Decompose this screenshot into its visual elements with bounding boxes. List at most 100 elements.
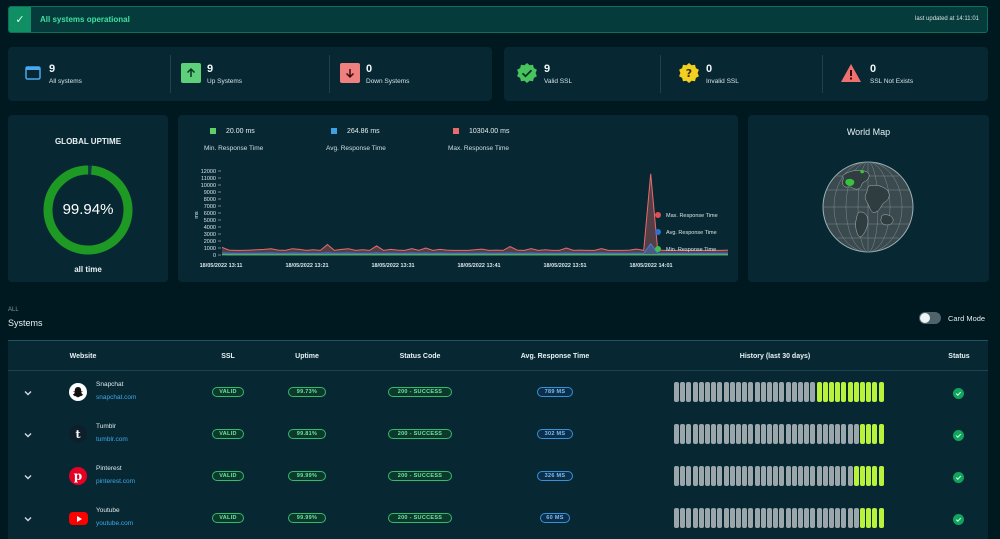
col-status-code[interactable]: Status Code [400, 353, 441, 360]
history-bar[interactable] [736, 424, 741, 444]
history-bar[interactable] [729, 382, 735, 402]
history-bar[interactable] [736, 466, 741, 486]
history-bar[interactable] [829, 508, 834, 528]
stat-ssl-not-exists[interactable]: 0 SSL Not Exists [822, 47, 988, 101]
history-bar[interactable] [872, 424, 878, 444]
history-bar[interactable] [723, 424, 729, 444]
history-bar[interactable] [847, 508, 853, 528]
history-bar[interactable] [760, 382, 766, 402]
history-bar[interactable] [860, 466, 865, 486]
stat-valid-ssl[interactable]: 9 Valid SSL [504, 47, 660, 101]
history-bar[interactable] [866, 382, 872, 402]
history-bar[interactable] [822, 508, 828, 528]
history-bar[interactable] [723, 508, 729, 528]
history-bar[interactable] [760, 466, 766, 486]
history-bar[interactable] [785, 424, 791, 444]
history-bar[interactable] [711, 382, 717, 402]
stat-down-systems[interactable]: 0 Down Systems [329, 47, 492, 101]
history-bar[interactable] [754, 424, 760, 444]
history-bar[interactable] [872, 466, 878, 486]
chevron-down-icon[interactable] [23, 430, 33, 440]
stat-invalid-ssl[interactable]: ? 0 Invalid SSL [660, 47, 822, 101]
history-bar[interactable] [791, 466, 797, 486]
history-bar[interactable] [785, 508, 791, 528]
history-bar[interactable] [674, 466, 679, 486]
history-bar[interactable] [847, 382, 853, 402]
history-bar[interactable] [686, 466, 692, 486]
history-bar[interactable] [878, 424, 884, 444]
history-bar[interactable] [767, 466, 772, 486]
history-bar[interactable] [853, 466, 859, 486]
history-bar[interactable] [816, 424, 822, 444]
history-bar[interactable] [791, 382, 797, 402]
history-bar[interactable] [829, 382, 834, 402]
history-bar[interactable] [698, 424, 704, 444]
history-bar[interactable] [698, 466, 704, 486]
history-bar[interactable] [692, 424, 698, 444]
history-bar[interactable] [748, 466, 754, 486]
history-bar[interactable] [773, 382, 779, 402]
table-row[interactable]: Snapchat snapchat.com VALID 99.73% 200 - SUC… [8, 372, 988, 414]
history-bar[interactable] [822, 466, 828, 486]
history-bar[interactable] [798, 382, 803, 402]
site-url-link[interactable]: pinterest.com [96, 478, 135, 485]
history-bar[interactable] [705, 508, 710, 528]
history-bar[interactable] [754, 508, 760, 528]
history-bar[interactable] [779, 508, 785, 528]
history-bar[interactable] [804, 424, 810, 444]
history-bar[interactable] [767, 424, 772, 444]
history-bar[interactable] [692, 382, 698, 402]
history-bar[interactable] [773, 424, 779, 444]
history-bar[interactable] [816, 382, 822, 402]
history-bar[interactable] [841, 424, 847, 444]
stat-all-systems[interactable]: 9 All systems [8, 47, 170, 101]
history-bar[interactable] [860, 382, 865, 402]
history-bar[interactable] [742, 466, 748, 486]
history-bar[interactable] [711, 466, 717, 486]
history-bar[interactable] [816, 466, 822, 486]
history-bar[interactable] [835, 424, 841, 444]
history-bar[interactable] [853, 508, 859, 528]
card-mode-toggle[interactable] [919, 312, 941, 324]
history-bar[interactable] [674, 424, 679, 444]
history-bar[interactable] [847, 424, 853, 444]
chevron-down-icon[interactable] [23, 388, 33, 398]
history-bar[interactable] [723, 382, 729, 402]
history-bar[interactable] [742, 508, 748, 528]
history-bar[interactable] [829, 466, 834, 486]
history-bar[interactable] [698, 382, 704, 402]
history-bar[interactable] [810, 466, 816, 486]
history-bar[interactable] [798, 466, 803, 486]
history-bar[interactable] [686, 508, 692, 528]
history-bar[interactable] [717, 382, 723, 402]
history-bar[interactable] [785, 382, 791, 402]
history-bar[interactable] [866, 466, 872, 486]
history-bar[interactable] [698, 508, 704, 528]
history-bar[interactable] [878, 466, 884, 486]
history-bar[interactable] [729, 466, 735, 486]
table-row[interactable]: t Tumblr tumblr.com VALID 99.81% 200 - SUCCES… [8, 414, 988, 456]
history-bar[interactable] [841, 466, 847, 486]
history-bar[interactable] [705, 424, 710, 444]
history-bar[interactable] [872, 382, 878, 402]
site-url-link[interactable]: snapchat.com [96, 394, 136, 401]
history-bar[interactable] [692, 466, 698, 486]
history-bar[interactable] [729, 508, 735, 528]
history-bar[interactable] [779, 424, 785, 444]
history-bar[interactable] [866, 508, 872, 528]
history-bar[interactable] [723, 466, 729, 486]
col-status[interactable]: Status [948, 353, 969, 360]
history-bar[interactable] [773, 466, 779, 486]
chevron-down-icon[interactable] [23, 514, 33, 524]
history-bar[interactable] [729, 424, 735, 444]
history-bar[interactable] [680, 466, 686, 486]
history-bar[interactable] [847, 466, 853, 486]
history-bar[interactable] [674, 508, 679, 528]
col-ssl[interactable]: SSL [221, 353, 235, 360]
history-bar[interactable] [835, 466, 841, 486]
stat-up-systems[interactable]: 9 Up Systems [170, 47, 329, 101]
table-row[interactable]: p Pinterest pinterest.com VALID 99.99% 200 - … [8, 456, 988, 498]
history-bar[interactable] [748, 382, 754, 402]
history-bar[interactable] [686, 424, 692, 444]
col-uptime[interactable]: Uptime [295, 353, 319, 360]
